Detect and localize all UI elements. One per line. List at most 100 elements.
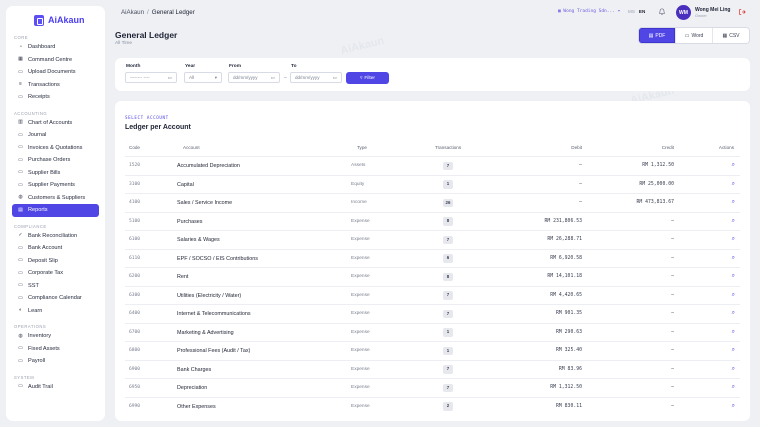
sidebar-item-bank-account[interactable]: ▭ Bank Account	[12, 242, 99, 255]
sidebar-item-label: Journal	[28, 132, 47, 139]
sidebar-item-label: Command Centre	[28, 56, 73, 63]
sidebar-item-receipts[interactable]: ▭ Receipts	[12, 91, 99, 104]
lang-ms[interactable]: MS	[628, 9, 635, 14]
cell-code: 6300	[129, 292, 141, 298]
sidebar-item-journal[interactable]: ▭ Journal	[12, 129, 99, 142]
sidebar-item-bank-reconciliation[interactable]: ✓ Bank Reconciliation	[12, 230, 99, 243]
sidebar-item-reports[interactable]: ▤ Reports	[12, 204, 99, 217]
transaction-count-badge: 2	[443, 402, 453, 411]
table-row[interactable]: 6700 Marketing & Advertising Expense 1 RM 29…	[125, 322, 740, 342]
bill-icon: ▭	[18, 169, 23, 176]
sidebar-item-audit-trail[interactable]: ▭ Audit Trail	[12, 381, 99, 394]
view-ledger-icon[interactable]: ⌕	[732, 236, 735, 243]
table-row[interactable]: 6100 Salaries & Wages Expense 7 RM 26,288.71…	[125, 230, 740, 249]
sidebar-item-corporate-tax[interactable]: ▭ Corporate Tax	[12, 267, 99, 280]
lang-en[interactable]: EN	[639, 9, 645, 14]
cell-credit: RM 473,813.67	[636, 200, 674, 205]
brand-watermark: AiAkaun	[339, 34, 386, 58]
sidebar-item-dashboard[interactable]: ◔ Dashboard	[12, 41, 99, 54]
from-date-input[interactable]: dd/mm/yyyy ▭	[228, 72, 280, 83]
view-ledger-icon[interactable]: ⌕	[732, 329, 735, 336]
month-label: Month	[126, 64, 141, 69]
sidebar-item-sst[interactable]: ▭ SST	[12, 280, 99, 293]
company-switcher[interactable]: ▦ Wong Trading Sdn... ▾	[558, 9, 620, 14]
sidebar-item-chart-of-accounts[interactable]: ▥ Chart of Accounts	[12, 117, 99, 130]
cell-debit: RM 6,920.58	[550, 255, 582, 261]
view-ledger-icon[interactable]: ⌕	[732, 255, 735, 262]
sidebar-item-payroll[interactable]: ▭ Payroll	[12, 355, 99, 368]
year-select[interactable]: All ▾	[184, 72, 222, 83]
logout-icon[interactable]	[738, 8, 746, 16]
table-row[interactable]: 3100 Capital Equity 1 — RM 25,000.00 ⌕	[125, 174, 740, 194]
cell-type: Expense	[351, 366, 370, 372]
brand[interactable]: AiAkaun	[6, 6, 105, 28]
table-row[interactable]: 6110 EPF / SOCSO / EIS Contributions Expen…	[125, 248, 740, 268]
nav-section-title: ACCOUNTING	[14, 110, 48, 116]
sidebar-item-customers-suppliers[interactable]: ◍ Customers & Suppliers	[12, 192, 99, 205]
sidebar-item-inventory[interactable]: ◍ Inventory	[12, 330, 99, 343]
sidebar-item-purchase-orders[interactable]: ▭ Purchase Orders	[12, 154, 99, 167]
table-row[interactable]: 4100 Sales / Service Income Income 26 — RM 47…	[125, 193, 740, 212]
cell-account: Depreciation	[177, 385, 208, 391]
table-row[interactable]: 6200 Rent Expense 8 RM 14,101.18 — ⌕	[125, 267, 740, 286]
cell-credit: —	[671, 237, 674, 242]
cell-account: Purchases	[177, 218, 203, 225]
table-row[interactable]: 6900 Bank Charges Expense 7 RM 83.96 — ⌕	[125, 359, 740, 379]
transaction-count-badge: 8	[443, 272, 453, 281]
sidebar-item-fixed-assets[interactable]: ▭ Fixed Assets	[12, 343, 99, 356]
avatar[interactable]: WM	[676, 5, 691, 20]
view-ledger-icon[interactable]: ⌕	[732, 162, 735, 169]
view-ledger-icon[interactable]: ⌕	[732, 292, 735, 299]
breadcrumb: AiAkaun / General Ledger	[121, 9, 195, 16]
view-ledger-icon[interactable]: ⌕	[732, 403, 735, 410]
view-ledger-icon[interactable]: ⌕	[732, 384, 735, 391]
sst-icon: ▭	[18, 282, 23, 289]
to-date-input[interactable]: dd/mm/yyyy ▭	[290, 72, 342, 83]
cell-code: 6900	[129, 366, 141, 372]
cell-code: 6950	[129, 385, 141, 390]
cell-credit: —	[671, 348, 674, 353]
from-placeholder: dd/mm/yyyy	[233, 75, 258, 80]
sidebar-item-transactions[interactable]: ≡ Transactions	[12, 79, 99, 92]
bell-icon[interactable]	[658, 8, 666, 16]
cell-code: 4100	[129, 200, 141, 205]
cell-code: 6400	[129, 311, 141, 316]
to-label: To	[291, 64, 297, 69]
table-row[interactable]: 6800 Professional Fees (Audit / Tax) Expen…	[125, 341, 740, 360]
sidebar-item-upload-documents[interactable]: ▭ Upload Documents	[12, 66, 99, 79]
view-ledger-icon[interactable]: ⌕	[732, 273, 735, 280]
cell-debit: RM 901.35	[556, 311, 582, 316]
sidebar-item-command-centre[interactable]: ▦ Command Centre	[12, 54, 99, 67]
sidebar-item-deposit-slip[interactable]: ▭ Deposit Slip	[12, 255, 99, 268]
bar-chart-icon: ▥	[18, 119, 23, 126]
view-ledger-icon[interactable]: ⌕	[732, 347, 735, 354]
deposit-icon: ▭	[18, 257, 23, 264]
view-ledger-icon[interactable]: ⌕	[732, 218, 735, 225]
export-word-button[interactable]: ▭ Word	[675, 28, 712, 43]
filter-button[interactable]: ▿ Filter	[346, 72, 389, 84]
nav-section-title: SYSTEM	[14, 374, 35, 380]
table-row[interactable]: 6990 Other Expenses Expense 2 RM 830.11 — ⌕	[125, 396, 740, 416]
sidebar: AiAkaun CORE ◔ Dashboard ▦ Command Centre ▭ Up…	[6, 6, 105, 421]
breadcrumb-root[interactable]: AiAkaun	[121, 9, 144, 16]
table-row[interactable]: 6300 Utilities (Electricity / Water) Expen…	[125, 285, 740, 305]
table-row[interactable]: 6950 Depreciation Expense 7 RM 1,312.50 — ⌕	[125, 378, 740, 397]
table-row[interactable]: 1520 Accumulated Depreciation Assets 7 — RM 1…	[125, 156, 740, 175]
view-ledger-icon[interactable]: ⌕	[732, 366, 735, 373]
table-row[interactable]: 6400 Internet & Telecommunications Expense…	[125, 304, 740, 323]
cell-credit: —	[671, 385, 674, 390]
export-pdf-button[interactable]: ▤ PDF	[639, 28, 675, 43]
table-row[interactable]: 5100 Purchases Expense 8 RM 231,806.53 — ⌕	[125, 211, 740, 231]
sidebar-item-compliance-calendar[interactable]: ▭ Compliance Calendar	[12, 292, 99, 305]
sidebar-item-supplier-payments[interactable]: ▭ Supplier Payments	[12, 179, 99, 192]
sidebar-item-invoices-quotations[interactable]: ▭ Invoices & Quotations	[12, 142, 99, 155]
view-ledger-icon[interactable]: ⌕	[732, 199, 735, 206]
export-csv-button[interactable]: ▦ CSV	[712, 28, 749, 43]
cell-credit: RM 1,312.50	[642, 163, 674, 168]
view-ledger-icon[interactable]: ⌕	[732, 310, 735, 317]
sidebar-item-learn[interactable]: ◐ Learn	[12, 305, 99, 318]
sidebar-item-supplier-bills[interactable]: ▭ Supplier Bills	[12, 167, 99, 180]
month-input[interactable]: -------- ---- ▭	[125, 72, 177, 83]
language-switcher: MS EN	[628, 9, 645, 14]
view-ledger-icon[interactable]: ⌕	[732, 181, 735, 188]
